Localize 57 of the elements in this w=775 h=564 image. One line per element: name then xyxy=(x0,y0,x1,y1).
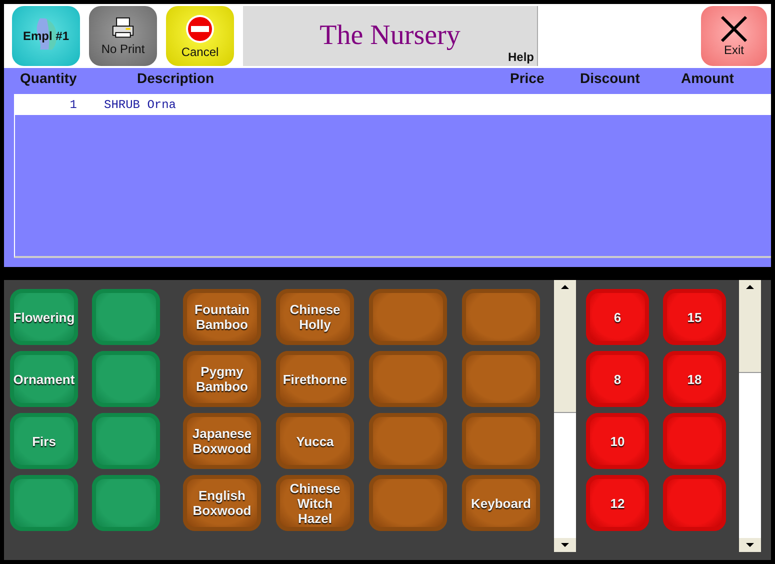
blank-key[interactable] xyxy=(462,289,540,345)
scrollbar[interactable] xyxy=(554,280,576,552)
blank-key[interactable] xyxy=(462,351,540,407)
key-button[interactable]: Yucca xyxy=(276,413,354,469)
key-button[interactable]: 10 xyxy=(586,413,649,469)
exit-button[interactable]: Exit xyxy=(701,6,767,66)
scroll-down-icon[interactable] xyxy=(739,538,761,552)
blank-key[interactable] xyxy=(10,475,78,531)
column-header: Amount xyxy=(680,70,735,86)
column-header: Price xyxy=(509,70,546,86)
printer-icon xyxy=(110,16,136,38)
store-title: The Nursery xyxy=(320,20,460,52)
scroll-up-icon[interactable] xyxy=(554,280,576,294)
key-button[interactable]: Chinese Witch Hazel xyxy=(276,475,354,531)
order-row[interactable]: 1 SHRUB Orna xyxy=(15,95,771,115)
key-button[interactable]: Firethorne xyxy=(276,351,354,407)
table-cell: SHRUB Orna xyxy=(104,98,176,112)
blank-key[interactable] xyxy=(663,413,726,469)
column-header: Discount xyxy=(579,70,641,86)
key-button[interactable]: Keyboard xyxy=(462,475,540,531)
help-link[interactable]: Help xyxy=(508,50,534,64)
key-button[interactable]: English Boxwood xyxy=(183,475,261,531)
toolbar-button[interactable]: No Print xyxy=(89,6,157,66)
toolbar-button[interactable]: Empl #1 xyxy=(12,6,80,66)
key-button[interactable]: 6 xyxy=(586,289,649,345)
column-header: Description xyxy=(136,70,216,86)
key-button[interactable]: Chinese Holly xyxy=(276,289,354,345)
blank-key[interactable] xyxy=(369,475,447,531)
scroll-thumb[interactable] xyxy=(554,294,576,413)
key-button[interactable]: Firs xyxy=(10,413,78,469)
key-button[interactable]: 8 xyxy=(586,351,649,407)
blank-key[interactable] xyxy=(92,475,160,531)
column-header: Quantity xyxy=(19,70,78,86)
blank-key[interactable] xyxy=(369,413,447,469)
no-entry-icon xyxy=(185,14,215,44)
scrollbar[interactable] xyxy=(739,280,761,552)
key-button[interactable]: Pygmy Bamboo xyxy=(183,351,261,407)
close-icon xyxy=(719,15,749,43)
blank-key[interactable] xyxy=(92,351,160,407)
scroll-thumb[interactable] xyxy=(739,294,761,373)
scroll-down-icon[interactable] xyxy=(554,538,576,552)
blank-key[interactable] xyxy=(92,413,160,469)
key-button[interactable]: Japanese Boxwood xyxy=(183,413,261,469)
toolbar-button[interactable]: Cancel xyxy=(166,6,234,66)
key-button[interactable]: 12 xyxy=(586,475,649,531)
scroll-up-icon[interactable] xyxy=(739,280,761,294)
blank-key[interactable] xyxy=(92,289,160,345)
blank-key[interactable] xyxy=(462,413,540,469)
key-button[interactable]: 15 xyxy=(663,289,726,345)
blank-key[interactable] xyxy=(369,289,447,345)
blank-key[interactable] xyxy=(369,351,447,407)
blank-key[interactable] xyxy=(663,475,726,531)
table-cell-text: 1 xyxy=(68,98,77,112)
key-button[interactable]: Fountain Bamboo xyxy=(183,289,261,345)
key-button[interactable]: 18 xyxy=(663,351,726,407)
key-button[interactable]: Flowering xyxy=(10,289,78,345)
key-button[interactable]: Ornament xyxy=(10,351,78,407)
